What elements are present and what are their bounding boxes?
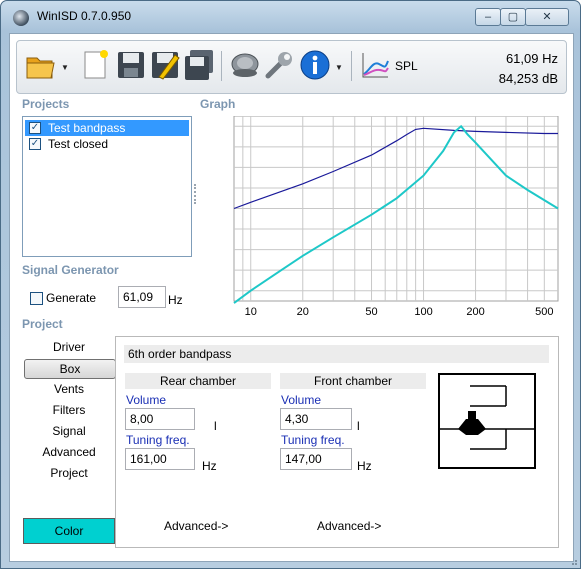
rear-tuning-label: Tuning freq.: [126, 433, 190, 447]
generate-label: Generate: [46, 291, 97, 305]
project-section-label: Project: [22, 317, 63, 331]
app-window: WinISD 0.7.0.950 – ▢ ✕ ▼ ▼ SPL 61,09 Hz …: [0, 0, 581, 569]
color-button[interactable]: Color: [23, 518, 115, 544]
signal-frequency-unit: Hz: [168, 293, 183, 307]
toolbar-separator: [351, 51, 352, 81]
resize-grip-icon[interactable]: [568, 556, 578, 566]
rear-volume-unit: l: [214, 419, 217, 433]
project-name: Test closed: [48, 137, 109, 151]
x-tick-label: 100: [414, 306, 432, 317]
app-icon[interactable]: [13, 10, 29, 26]
open-dropdown-arrow-icon[interactable]: ▼: [61, 63, 69, 72]
box-type-header: 6th order bandpass: [124, 345, 549, 363]
nav-signal[interactable]: Signal: [24, 422, 114, 440]
save-all-icon[interactable]: [183, 49, 215, 81]
front-tuning-input[interactable]: 147,00: [280, 448, 352, 470]
info-dropdown-arrow-icon[interactable]: ▼: [335, 63, 343, 72]
speaker-icon[interactable]: [229, 49, 261, 81]
x-tick-label: 200: [466, 306, 484, 317]
graph-section-label: Graph: [200, 97, 236, 111]
splitter-handle[interactable]: [194, 184, 198, 204]
projects-section-label: Projects: [22, 97, 70, 111]
front-tuning-unit: Hz: [357, 459, 372, 473]
close-button[interactable]: ✕: [525, 8, 569, 26]
bandpass-box-diagram: [438, 373, 536, 469]
rear-advanced-link[interactable]: Advanced->: [164, 519, 228, 533]
client-area: ▼ ▼ SPL 61,09 Hz 84,253 dB Projects Grap…: [9, 33, 574, 562]
front-volume-label: Volume: [281, 393, 322, 407]
nav-vents[interactable]: Vents: [24, 380, 114, 398]
maximize-button[interactable]: ▢: [500, 8, 526, 26]
spl-graph[interactable]: 102030405060708090102050100200500: [210, 115, 560, 318]
front-volume-unit: l: [357, 419, 360, 433]
front-chamber-header: Front chamber: [280, 373, 426, 389]
rear-chamber-header: Rear chamber: [125, 373, 271, 389]
project-name: Test bandpass: [48, 121, 126, 135]
info-icon[interactable]: [299, 49, 331, 81]
level-readout: 84,253 dB: [498, 71, 558, 86]
toolbar-separator: [221, 51, 222, 81]
box-panel: 6th order bandpass Rear chamber Volume 8…: [115, 336, 559, 548]
list-item[interactable]: ✓ Test closed: [25, 136, 189, 152]
new-document-icon[interactable]: [79, 49, 111, 81]
x-tick-label: 500: [535, 306, 553, 317]
rear-tuning-input[interactable]: 161,00: [125, 448, 195, 470]
x-tick-label: 10: [245, 306, 257, 317]
window-title: WinISD 0.7.0.950: [37, 9, 132, 23]
rear-volume-input[interactable]: 8,00: [125, 408, 195, 430]
generate-checkbox[interactable]: [30, 292, 43, 305]
front-volume-input[interactable]: 4,30: [280, 408, 352, 430]
frequency-readout: 61,09 Hz: [505, 51, 558, 66]
nav-driver[interactable]: Driver: [24, 338, 114, 356]
x-tick-label: 50: [365, 306, 377, 317]
spl-chart: 102030405060708090102050100200500: [210, 115, 559, 318]
list-item[interactable]: ✓ Test bandpass: [25, 120, 189, 136]
title-bar[interactable]: WinISD 0.7.0.950 – ▢ ✕: [1, 1, 580, 33]
signal-frequency-input[interactable]: 61,09: [118, 286, 166, 308]
rear-tuning-unit: Hz: [202, 459, 217, 473]
open-folder-icon[interactable]: [25, 49, 57, 81]
checkbox-checked-icon[interactable]: ✓: [29, 138, 41, 150]
nav-advanced[interactable]: Advanced: [24, 443, 114, 461]
nav-box[interactable]: Box: [24, 359, 116, 379]
front-advanced-link[interactable]: Advanced->: [317, 519, 381, 533]
wrench-icon[interactable]: [263, 49, 295, 81]
spl-label[interactable]: SPL: [395, 59, 418, 73]
spl-chart-icon[interactable]: [359, 49, 391, 81]
rear-volume-label: Volume: [126, 393, 167, 407]
x-tick-label: 20: [297, 306, 309, 317]
save-icon[interactable]: [115, 49, 147, 81]
minimize-button[interactable]: –: [475, 8, 501, 26]
nav-filters[interactable]: Filters: [24, 401, 114, 419]
front-tuning-label: Tuning freq.: [281, 433, 345, 447]
checkbox-checked-icon[interactable]: ✓: [29, 122, 41, 134]
edit-icon[interactable]: [149, 49, 181, 81]
nav-project[interactable]: Project: [24, 464, 114, 482]
projects-list[interactable]: ✓ Test bandpass ✓ Test closed: [22, 116, 192, 257]
toolbar: ▼ ▼ SPL 61,09 Hz 84,253 dB: [16, 40, 567, 94]
signal-generator-section-label: Signal Generator: [22, 263, 119, 277]
